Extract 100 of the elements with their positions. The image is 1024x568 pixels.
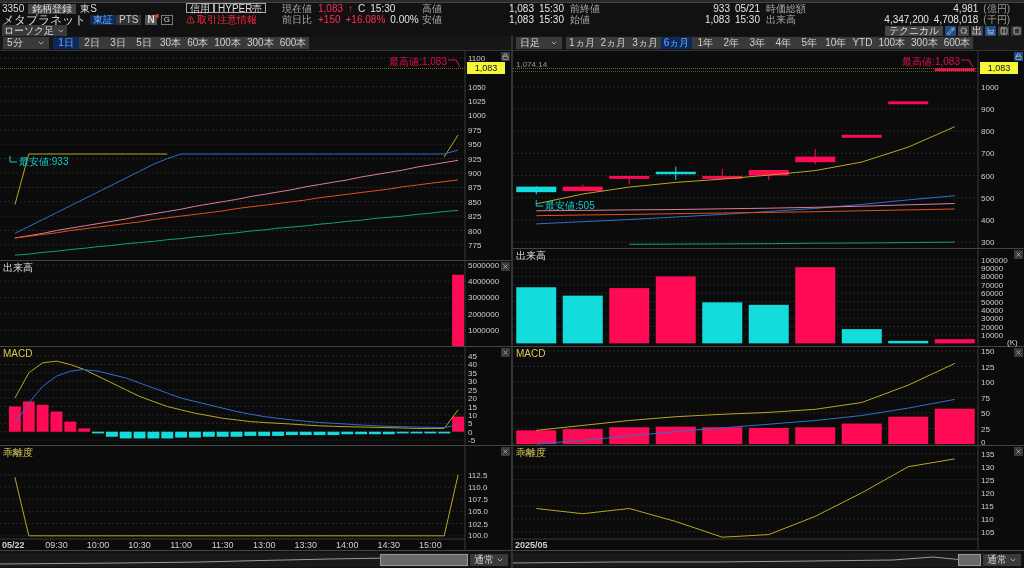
layout-button[interactable] bbox=[998, 25, 1009, 36]
bar bbox=[562, 429, 603, 444]
warning-link[interactable]: 取引注意情報 bbox=[197, 14, 257, 25]
axis-label: 600 bbox=[981, 171, 995, 181]
period-tab[interactable]: 30本 bbox=[157, 37, 185, 49]
axis-label: 10:00 bbox=[86, 540, 110, 550]
period-tab[interactable]: 3年 bbox=[744, 37, 771, 49]
window-button[interactable] bbox=[1011, 25, 1022, 36]
quote-value: 4,708,018 bbox=[933, 14, 979, 25]
close-button[interactable] bbox=[1014, 447, 1023, 456]
axis-label: 825 bbox=[468, 212, 482, 222]
close-button[interactable] bbox=[1014, 348, 1023, 357]
period-tab[interactable]: 3日 bbox=[105, 37, 131, 49]
period-tab[interactable]: 3ヵ月 bbox=[629, 37, 661, 49]
period-tab[interactable]: 600本 bbox=[940, 37, 974, 49]
period-tab[interactable]: YTD bbox=[849, 37, 876, 49]
axis-label: 150 bbox=[981, 347, 995, 357]
axis-label: 05/22 bbox=[2, 540, 25, 550]
g-badge[interactable]: G bbox=[160, 14, 173, 25]
period-tab[interactable]: 5年 bbox=[796, 37, 823, 49]
bar bbox=[841, 423, 882, 444]
interval-dropdown[interactable]: 日足 bbox=[516, 37, 562, 49]
axis-label: 20000 bbox=[981, 322, 1004, 332]
panel-title: 乖離度 bbox=[516, 448, 546, 458]
period-tab[interactable]: 10年 bbox=[822, 37, 850, 49]
bar bbox=[22, 401, 35, 432]
technical-button[interactable]: テクニカル bbox=[885, 25, 943, 36]
interval-dropdown[interactable]: 5分 bbox=[3, 37, 49, 49]
volume-button[interactable]: 出 bbox=[971, 25, 983, 36]
close-button[interactable] bbox=[501, 447, 510, 456]
venue-tab[interactable]: 東証 bbox=[90, 14, 116, 25]
axis-label: 130 bbox=[981, 462, 995, 472]
close-button[interactable] bbox=[1014, 250, 1023, 259]
venue-tab[interactable]: PTS bbox=[116, 14, 142, 25]
axis-label: 110.0 bbox=[468, 483, 488, 492]
period-tab[interactable]: 100本 bbox=[211, 37, 244, 49]
bar bbox=[795, 427, 836, 444]
period-tab[interactable]: 6ヵ月 bbox=[660, 37, 693, 49]
axis-label: 14:30 bbox=[377, 540, 401, 550]
axis-label: 45 bbox=[468, 352, 477, 362]
period-tab[interactable]: 1年 bbox=[692, 37, 719, 49]
quote-label: 高値 bbox=[422, 3, 442, 14]
candlestick bbox=[562, 183, 603, 192]
mode-dropdown[interactable]: 通常 bbox=[470, 553, 508, 566]
order-type-button[interactable]: 信用 bbox=[186, 3, 214, 13]
navigator-handle[interactable] bbox=[958, 553, 981, 566]
close-icon bbox=[1015, 251, 1022, 258]
bar bbox=[702, 302, 743, 344]
axis-label: 30 bbox=[468, 377, 477, 387]
quote-value: 4,347,200 bbox=[884, 14, 929, 25]
axis-label: 975 bbox=[468, 125, 482, 135]
axis-label: 11:30 bbox=[211, 540, 234, 550]
axis-label: 15:00 bbox=[419, 540, 442, 550]
period-tab[interactable]: 2日 bbox=[79, 37, 105, 49]
candlestick bbox=[655, 166, 696, 181]
search-icon bbox=[959, 26, 968, 35]
register-button[interactable]: 銘柄登録 bbox=[28, 3, 77, 14]
axis-label: 11:00 bbox=[170, 540, 193, 550]
period-tab[interactable]: 1ヵ月 bbox=[566, 37, 598, 49]
quote-value: 15:30 bbox=[734, 14, 760, 25]
mode-dropdown[interactable]: 通常 bbox=[983, 553, 1021, 566]
axis-label: 800 bbox=[468, 226, 482, 236]
low-price-label: 最安値:505 bbox=[545, 200, 595, 211]
chart-type-dropdown[interactable]: ローソク足 bbox=[2, 25, 67, 36]
axis-label: 105 bbox=[981, 527, 995, 537]
lock-button[interactable] bbox=[501, 52, 510, 61]
axis-label: 1000000 bbox=[468, 326, 500, 335]
period-tab[interactable]: 5日 bbox=[131, 37, 157, 49]
quote-value: C bbox=[358, 3, 366, 14]
period-tab[interactable]: 1日 bbox=[53, 37, 79, 49]
quote-label: 始値 bbox=[570, 14, 590, 25]
high-price-label: 最高値:1,083 bbox=[389, 56, 447, 67]
navigator-handle[interactable] bbox=[380, 553, 468, 566]
close-button[interactable] bbox=[501, 262, 510, 271]
period-tab[interactable]: 2年 bbox=[718, 37, 745, 49]
axis-label: 13:00 bbox=[252, 540, 276, 550]
chart-button[interactable] bbox=[985, 25, 996, 36]
quote-value: 4,981 bbox=[953, 3, 979, 14]
price-tag: 1,083 bbox=[467, 62, 505, 74]
lock-button[interactable] bbox=[1014, 52, 1023, 61]
draw-button[interactable] bbox=[945, 25, 956, 36]
period-tab[interactable]: 600本 bbox=[276, 37, 310, 49]
period-tab[interactable]: 4年 bbox=[770, 37, 797, 49]
period-tab[interactable]: 300本 bbox=[243, 37, 277, 49]
axis-label: 900 bbox=[468, 168, 482, 178]
axis-label: 0 bbox=[981, 438, 986, 446]
close-button[interactable] bbox=[501, 348, 510, 357]
period-tab[interactable]: 2ヵ月 bbox=[597, 37, 630, 49]
axis-label: 14:00 bbox=[336, 540, 359, 550]
news-badge[interactable]: N bbox=[145, 14, 157, 25]
axis-label: 400 bbox=[981, 215, 995, 225]
price-tag: 1,083 bbox=[980, 62, 1018, 74]
period-tab[interactable]: 300本 bbox=[908, 37, 941, 49]
order-type-button[interactable]: HYPER売 bbox=[214, 3, 267, 13]
zoom-button[interactable] bbox=[958, 25, 969, 36]
quote-value: 0.00% bbox=[390, 14, 419, 25]
high-price-label: 最高値:1,083 bbox=[902, 56, 960, 67]
candlestick bbox=[888, 100, 929, 105]
period-tab[interactable]: 100本 bbox=[875, 37, 909, 49]
period-tab[interactable]: 60本 bbox=[184, 37, 212, 49]
